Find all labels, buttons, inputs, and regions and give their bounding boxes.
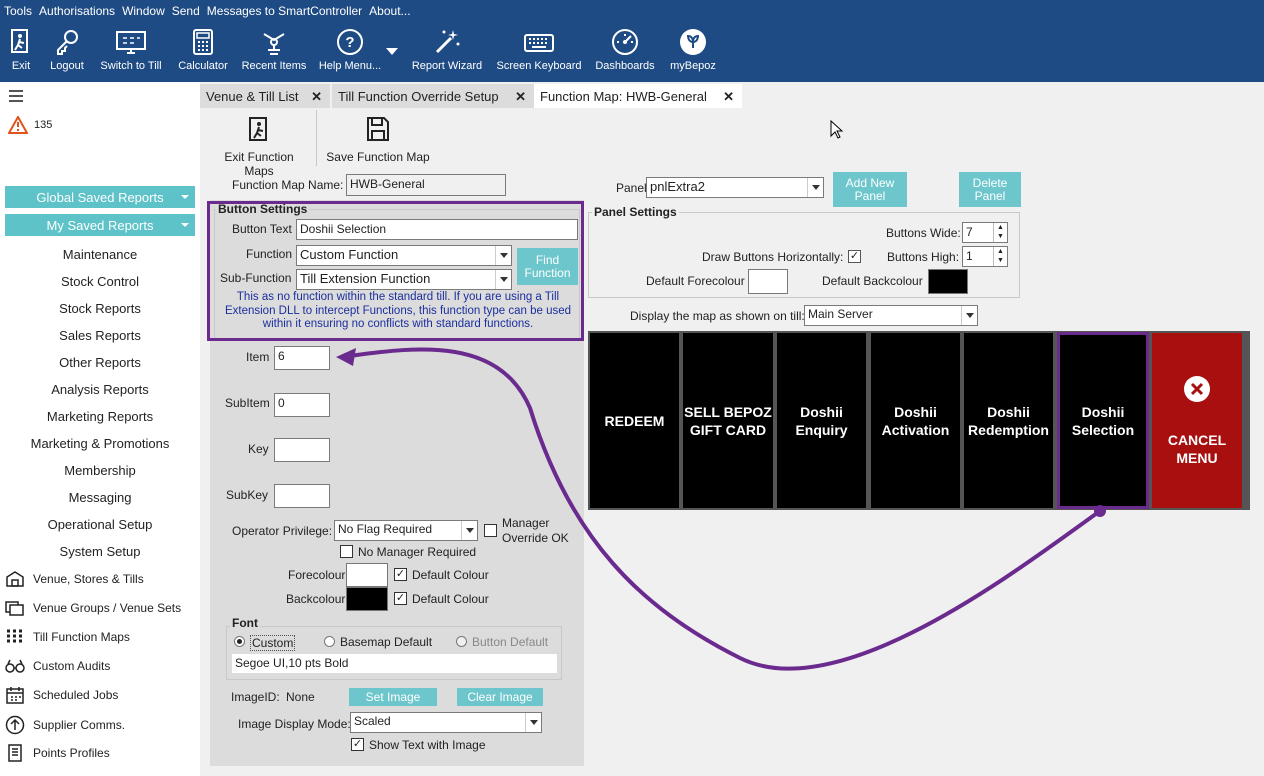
sidebar-item-membership[interactable]: Membership [0,463,200,478]
tab-venue-till-list[interactable]: Venue & Till List ✕ [200,84,330,108]
sidebar-item-marketing-reports[interactable]: Marketing Reports [0,409,200,424]
sidebar: 135 Global Saved Reports My Saved Report… [0,82,200,776]
main-toolbar: Exit Logout Switch to Till Calculator Re… [0,22,1264,82]
wand-icon [435,30,460,54]
dashboards-button[interactable]: Dashboards [593,28,657,72]
tab-function-map[interactable]: Function Map: HWB-General ✕ [534,84,742,108]
sidebar-item-operational-setup[interactable]: Operational Setup [0,517,200,532]
sidebar-item-sales-reports[interactable]: Sales Reports [0,328,200,343]
venue-groups-icon [5,601,24,616]
key-icon [57,30,78,55]
alert-indicator[interactable]: 135 [8,116,52,134]
close-icon[interactable]: ✕ [515,89,526,105]
caret-down-icon [181,195,189,199]
calendar-icon [6,687,24,704]
alert-count: 135 [34,119,53,131]
caret-down-icon [181,223,189,227]
sidebar-item-till-function-maps[interactable]: Till Function Maps [5,628,130,646]
warning-icon [8,116,28,134]
sidebar-item-venue-groups[interactable]: Venue Groups / Venue Sets [5,599,181,617]
menu-send[interactable]: Send [172,4,200,18]
sidebar-item-stock-control[interactable]: Stock Control [0,274,200,289]
menu-bar: Tools Authorisations Window Send Message… [0,0,1264,22]
menu-tools[interactable]: Tools [4,4,32,18]
exit-icon [11,29,28,53]
upload-icon [5,715,25,735]
svg-text:?: ? [345,34,354,51]
close-icon[interactable]: ✕ [311,89,322,105]
sidebar-item-system-setup[interactable]: System Setup [0,544,200,559]
exit-button[interactable]: Exit [8,28,34,72]
help-icon: ? [337,29,363,55]
monitor-icon [116,31,146,54]
tab-bar: Venue & Till List ✕ Till Function Overrid… [200,82,1264,108]
store-icon [6,571,24,587]
logout-button[interactable]: Logout [46,28,88,72]
mybepoz-button[interactable]: myBepoz [668,28,718,72]
sidebar-item-points-profiles[interactable]: Points Profiles [5,744,110,762]
hamburger-icon[interactable] [9,90,23,105]
function-map-editor: Exit Function Maps Save Function Map Fun… [200,108,1264,776]
annotation-arrow [336,347,1106,671]
help-menu-button[interactable]: ? Help Menu... [317,28,383,72]
switch-to-till-button[interactable]: Switch to Till [97,28,165,72]
menu-messages[interactable]: Messages to SmartController [207,4,362,18]
sidebar-item-venue-stores-tills[interactable]: Venue, Stores & Tills [5,570,144,588]
global-saved-reports[interactable]: Global Saved Reports [5,186,195,208]
sidebar-item-analysis-reports[interactable]: Analysis Reports [0,382,200,397]
keyboard-icon [524,34,554,52]
calculator-button[interactable]: Calculator [175,28,231,72]
sidebar-item-other-reports[interactable]: Other Reports [0,355,200,370]
sidebar-item-stock-reports[interactable]: Stock Reports [0,301,200,316]
sidebar-item-supplier-comms[interactable]: Supplier Comms. [5,715,125,735]
sidebar-item-scheduled-jobs[interactable]: Scheduled Jobs [5,686,118,704]
my-saved-reports[interactable]: My Saved Reports [5,214,195,236]
menu-about[interactable]: About... [369,4,410,18]
calculator-icon [193,29,213,55]
tab-till-function-override[interactable]: Till Function Override Setup ✕ [332,84,534,108]
menu-authorisations[interactable]: Authorisations [39,4,115,18]
report-wizard-button[interactable]: Report Wizard [410,28,484,72]
sidebar-item-marketing-promotions[interactable]: Marketing & Promotions [0,436,200,451]
help-dropdown-icon[interactable] [386,48,398,55]
recent-items-icon [263,33,285,55]
grid-icon [7,629,22,643]
screen-keyboard-button[interactable]: Screen Keyboard [495,28,583,72]
close-icon[interactable]: ✕ [723,89,734,105]
sidebar-item-maintenance[interactable]: Maintenance [0,247,200,262]
sidebar-item-messaging[interactable]: Messaging [0,490,200,505]
gauge-icon [612,29,638,55]
document-icon [8,744,22,762]
mybepoz-icon [680,29,706,55]
recent-items-button[interactable]: Recent Items [240,28,308,72]
audit-icon [5,659,25,673]
menu-window[interactable]: Window [122,4,165,18]
sidebar-item-custom-audits[interactable]: Custom Audits [5,657,110,675]
